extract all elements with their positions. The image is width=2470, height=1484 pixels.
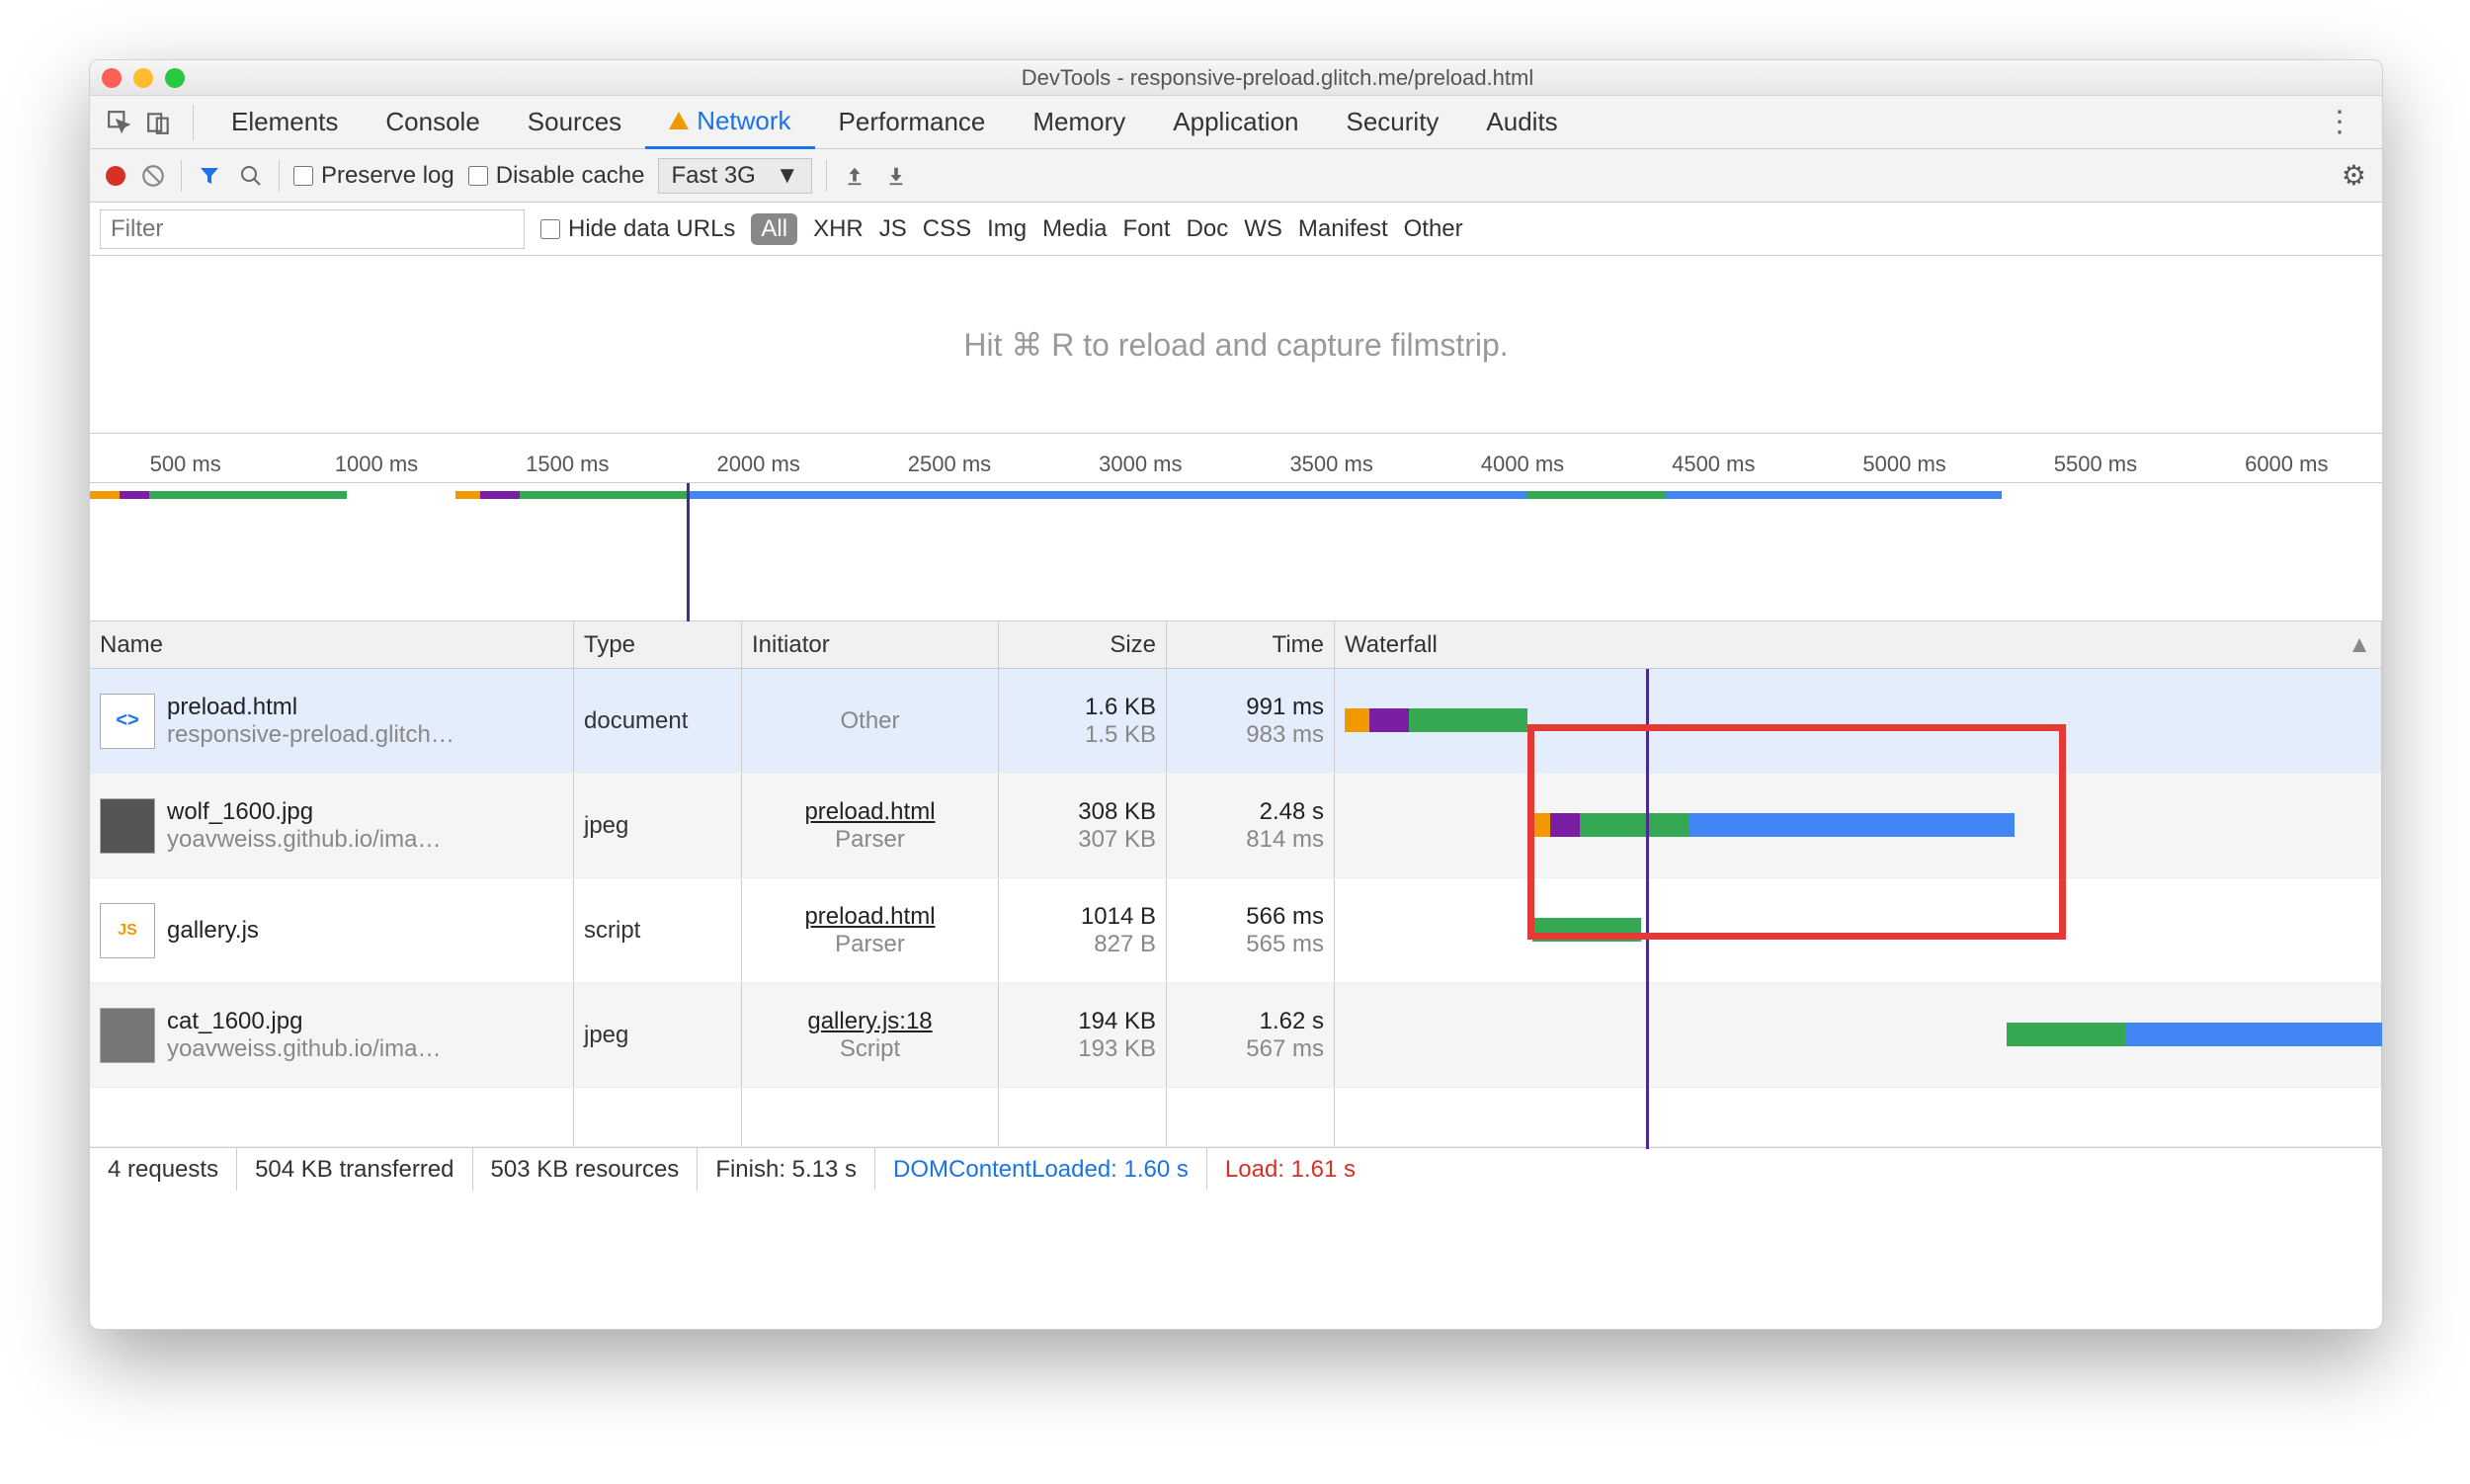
titlebar: DevTools - responsive-preload.glitch.me/…: [90, 60, 2382, 96]
network-toolbar: Preserve log Disable cache Fast 3G▼ ⚙: [90, 149, 2382, 203]
tab-memory[interactable]: Memory: [1009, 96, 1149, 149]
disable-cache-checkbox[interactable]: Disable cache: [468, 162, 645, 190]
tab-security[interactable]: Security: [1323, 96, 1463, 149]
tab-audits[interactable]: Audits: [1462, 96, 1581, 149]
window-controls: [102, 68, 185, 88]
filter-type-font[interactable]: Font: [1123, 215, 1171, 243]
filter-type-media[interactable]: Media: [1042, 215, 1107, 243]
panel-tabs: Elements Console Sources Network Perform…: [90, 96, 2382, 149]
filter-type-manifest[interactable]: Manifest: [1298, 215, 1388, 243]
clear-icon[interactable]: [139, 162, 167, 190]
annotation-box: [1527, 724, 2066, 940]
filter-type-doc[interactable]: Doc: [1187, 215, 1229, 243]
chevron-down-icon: ▼: [776, 162, 799, 190]
tab-sources[interactable]: Sources: [504, 96, 645, 149]
col-name[interactable]: Name: [90, 621, 574, 668]
settings-icon[interactable]: ⚙: [2342, 159, 2366, 192]
timeline-ruler: 500 ms 1000 ms 1500 ms 2000 ms 2500 ms 3…: [90, 434, 2382, 483]
devtools-window: DevTools - responsive-preload.glitch.me/…: [89, 59, 2383, 1330]
filter-icon[interactable]: [196, 162, 223, 190]
table-body: <>preload.htmlresponsive-preload.glitch……: [90, 669, 2382, 1147]
status-transferred: 504 KB transferred: [237, 1148, 472, 1191]
status-requests: 4 requests: [90, 1148, 237, 1191]
filter-type-all[interactable]: All: [751, 213, 797, 245]
hide-data-urls-checkbox[interactable]: Hide data URLs: [540, 215, 735, 243]
minimize-icon[interactable]: [133, 68, 153, 88]
col-size[interactable]: Size: [999, 621, 1167, 668]
filter-type-css[interactable]: CSS: [923, 215, 971, 243]
tab-elements[interactable]: Elements: [207, 96, 362, 149]
preserve-log-checkbox[interactable]: Preserve log: [293, 162, 454, 190]
empty-row: [90, 1088, 2382, 1147]
status-finish: Finish: 5.13 s: [698, 1148, 875, 1191]
throttle-select[interactable]: Fast 3G▼: [658, 158, 811, 194]
col-initiator[interactable]: Initiator: [742, 621, 999, 668]
overview-lanes: [90, 487, 2382, 507]
maximize-icon[interactable]: [165, 68, 185, 88]
filmstrip-hint: Hit ⌘ R to reload and capture filmstrip.: [963, 326, 1508, 364]
status-resources: 503 KB resources: [473, 1148, 699, 1191]
waterfall-cell: [1335, 983, 2382, 1087]
inspect-icon[interactable]: [100, 103, 139, 142]
status-dcl: DOMContentLoaded: 1.60 s: [875, 1148, 1207, 1191]
status-load: Load: 1.61 s: [1207, 1148, 1373, 1191]
file-icon: [100, 798, 155, 854]
filter-bar: Hide data URLs All XHR JS CSS Img Media …: [90, 203, 2382, 256]
filter-type-xhr[interactable]: XHR: [813, 215, 864, 243]
device-toggle-icon[interactable]: [139, 103, 179, 142]
file-icon: JS: [100, 903, 155, 958]
tab-console[interactable]: Console: [362, 96, 503, 149]
window-title: DevTools - responsive-preload.glitch.me/…: [185, 65, 2370, 91]
filmstrip-area: Hit ⌘ R to reload and capture filmstrip.: [90, 256, 2382, 434]
upload-har-icon[interactable]: [841, 162, 868, 190]
table-row[interactable]: cat_1600.jpgyoavweiss.github.io/ima… jpe…: [90, 983, 2382, 1088]
tab-performance[interactable]: Performance: [815, 96, 1010, 149]
col-type[interactable]: Type: [574, 621, 742, 668]
filter-type-ws[interactable]: WS: [1244, 215, 1282, 243]
col-waterfall[interactable]: Waterfall▲: [1335, 621, 2382, 668]
more-menu-icon[interactable]: ⋮: [2307, 105, 2372, 139]
filter-type-js[interactable]: JS: [879, 215, 907, 243]
filter-input[interactable]: [100, 209, 525, 249]
tab-application[interactable]: Application: [1149, 96, 1322, 149]
status-bar: 4 requests 504 KB transferred 503 KB res…: [90, 1147, 2382, 1191]
record-icon[interactable]: [106, 166, 125, 186]
file-icon: [100, 1008, 155, 1063]
search-icon[interactable]: [237, 162, 265, 190]
download-har-icon[interactable]: [882, 162, 910, 190]
filter-type-other[interactable]: Other: [1404, 215, 1463, 243]
close-icon[interactable]: [102, 68, 122, 88]
tab-network[interactable]: Network: [645, 96, 814, 149]
sort-icon: ▲: [2347, 631, 2371, 659]
col-time[interactable]: Time: [1167, 621, 1335, 668]
timeline-overview[interactable]: 500 ms 1000 ms 1500 ms 2000 ms 2500 ms 3…: [90, 434, 2382, 621]
requests-table: Name Type Initiator Size Time Waterfall▲…: [90, 621, 2382, 1147]
filter-type-img[interactable]: Img: [987, 215, 1027, 243]
table-header: Name Type Initiator Size Time Waterfall▲: [90, 621, 2382, 669]
warning-icon: [669, 112, 689, 129]
file-icon: <>: [100, 694, 155, 749]
